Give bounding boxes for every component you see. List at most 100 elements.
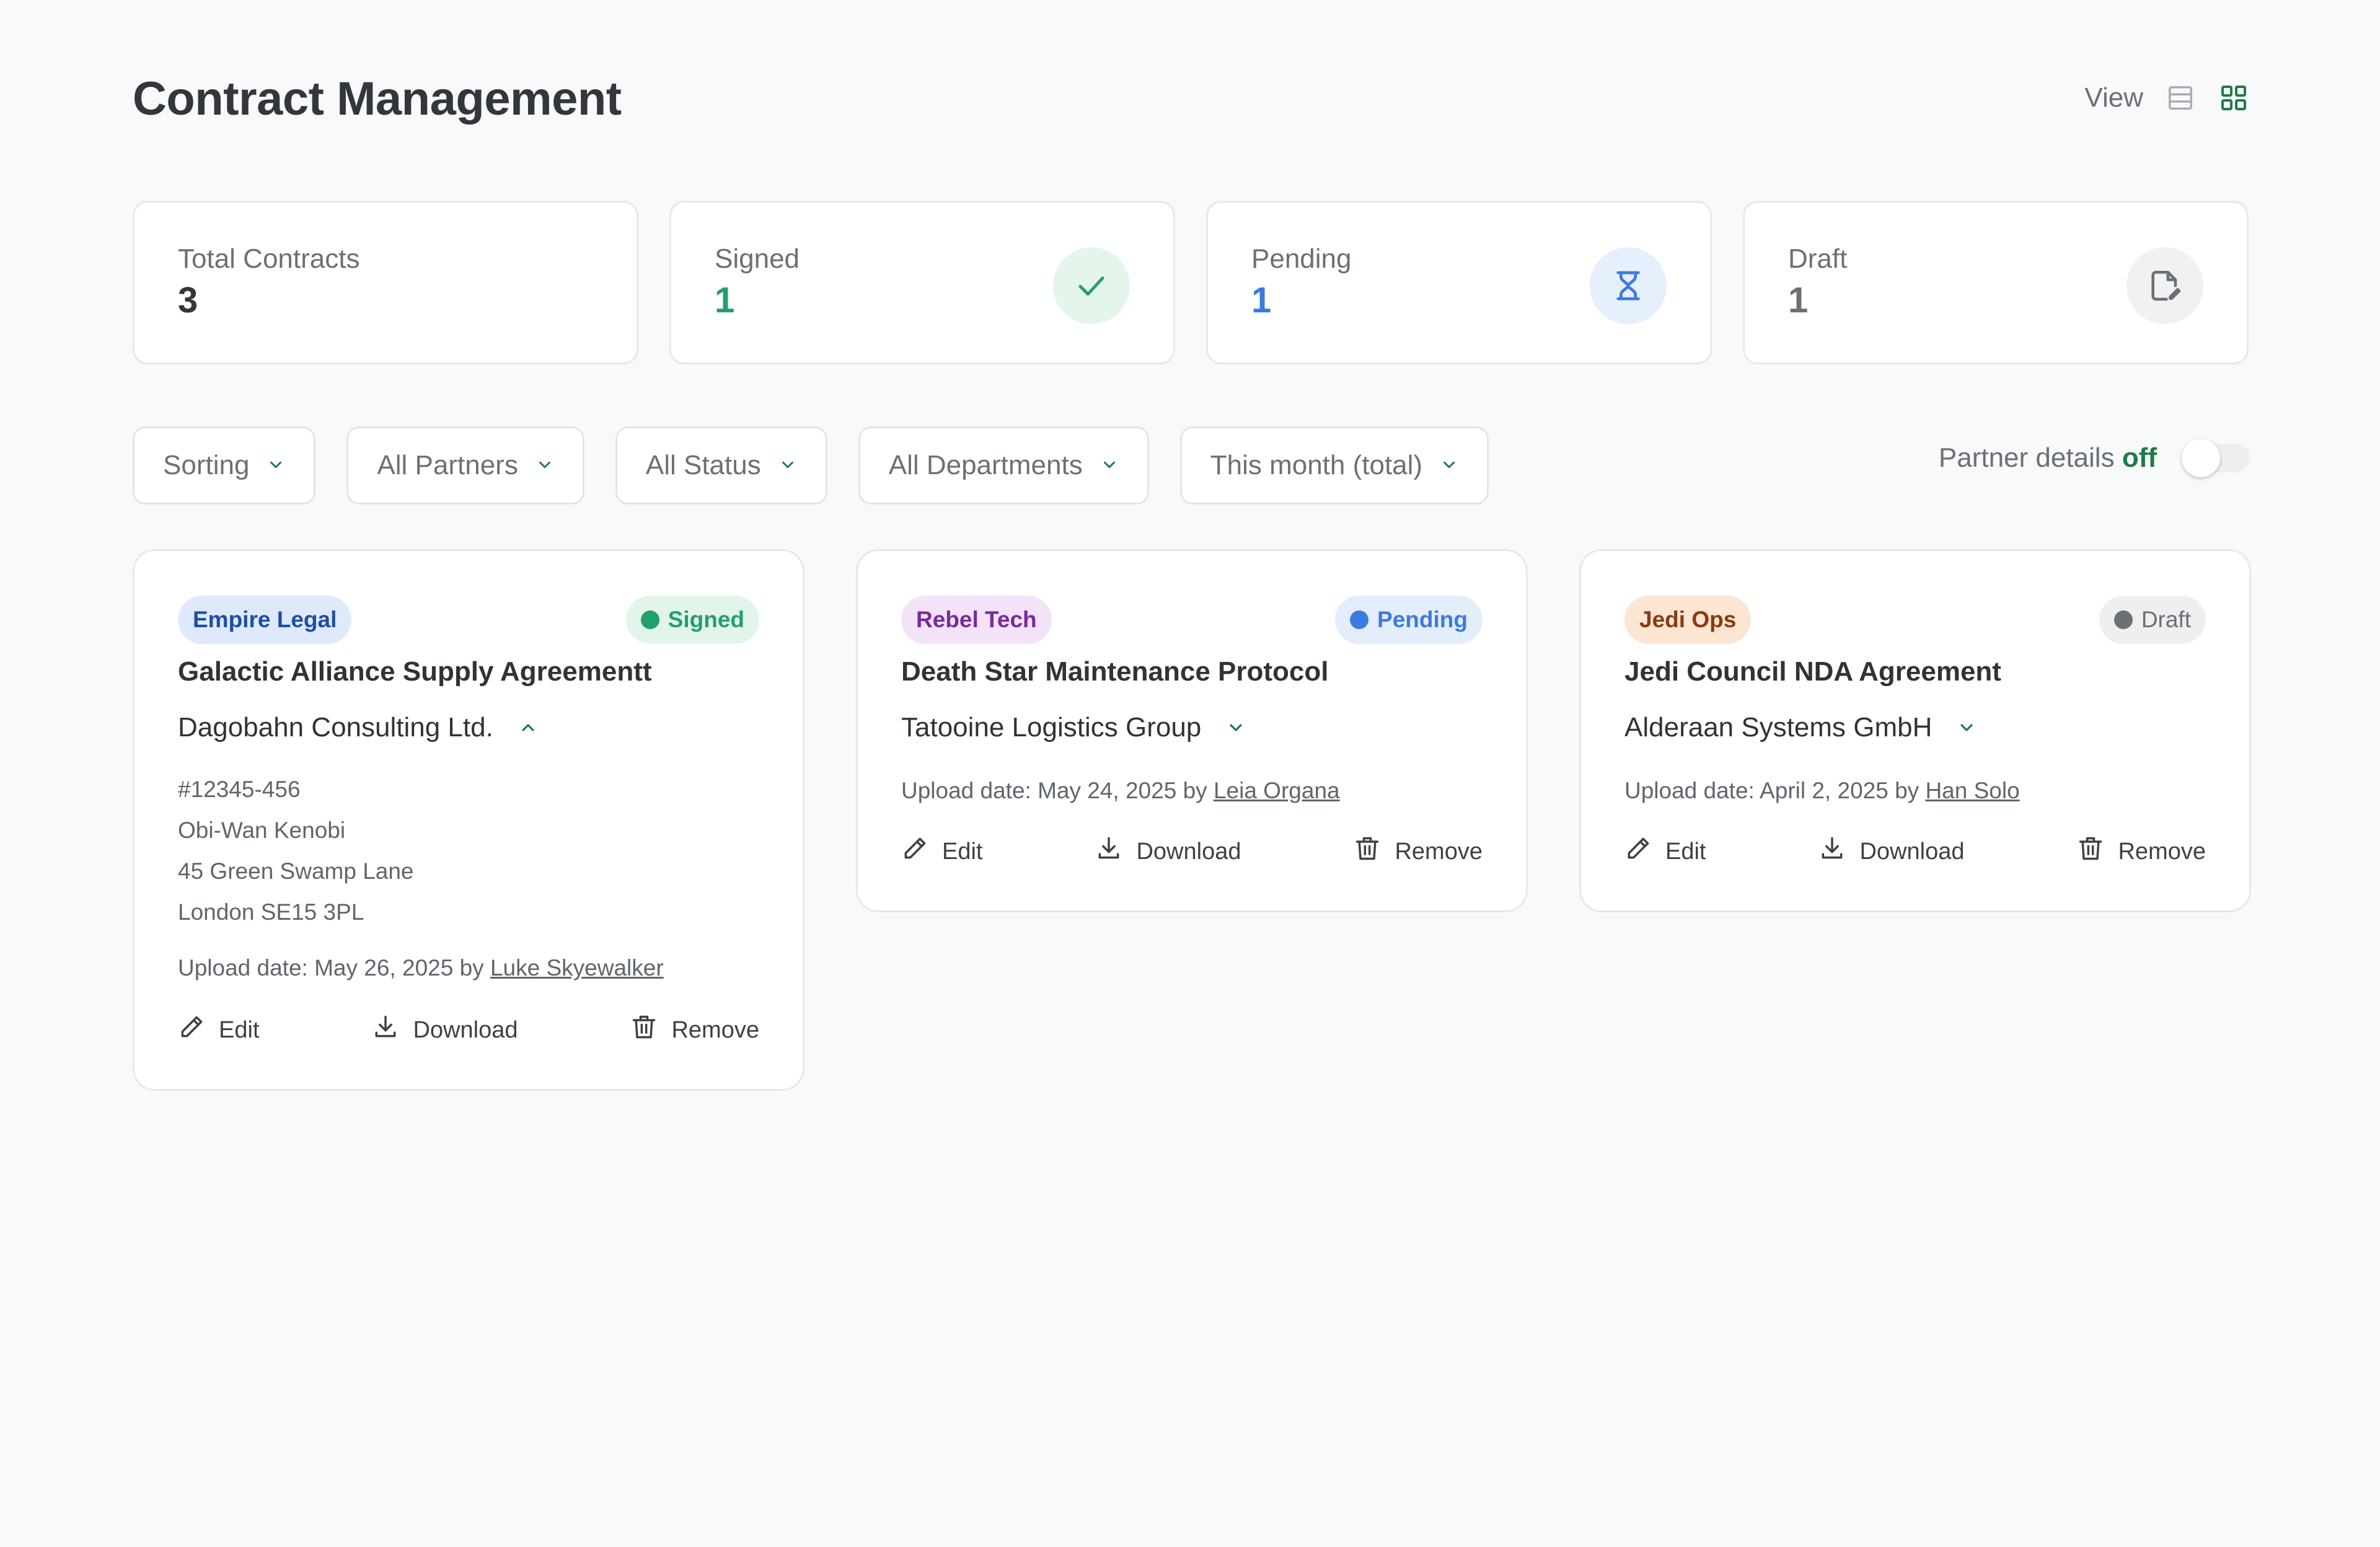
view-switch: View bbox=[2084, 82, 2250, 114]
contact-name: Obi-Wan Kenobi bbox=[178, 818, 346, 843]
status-label: Signed bbox=[668, 607, 744, 632]
download-icon bbox=[1818, 835, 1846, 868]
edit-label: Edit bbox=[1665, 838, 1706, 865]
status-badge: Signed bbox=[625, 596, 759, 644]
card-actions: Edit Download Remove bbox=[1624, 835, 2206, 868]
trash-icon bbox=[2077, 835, 2104, 868]
status-label: Pending bbox=[1377, 607, 1468, 632]
company-name: Dagobahn Consulting Ltd. bbox=[178, 712, 493, 743]
stat-total-contracts: Total Contracts 3 bbox=[133, 201, 638, 364]
card-actions: Edit Download Remove bbox=[178, 1013, 759, 1047]
download-button[interactable]: Download bbox=[1818, 835, 1964, 868]
filter-label: This month (total) bbox=[1210, 450, 1423, 480]
stat-pending: Pending 1 bbox=[1206, 201, 1712, 364]
uploader-link[interactable]: Han Solo bbox=[1925, 778, 2019, 803]
trash-icon bbox=[630, 1013, 658, 1047]
partner-details-text: Partner details bbox=[1938, 443, 2115, 473]
remove-label: Remove bbox=[1395, 838, 1483, 865]
sorting-dropdown[interactable]: Sorting bbox=[133, 426, 316, 505]
department-badge: Rebel Tech bbox=[901, 596, 1052, 644]
stat-value: 1 bbox=[1788, 280, 1809, 320]
card-actions: Edit Download Remove bbox=[901, 835, 1483, 868]
partner-details-toggle-group: Partner details off bbox=[1939, 439, 2250, 477]
download-button[interactable]: Download bbox=[372, 1013, 518, 1047]
period-dropdown[interactable]: This month (total) bbox=[1179, 426, 1489, 505]
chevron-down-icon bbox=[1440, 450, 1458, 481]
partner-details: #12345-456 Obi-Wan Kenobi 45 Green Swamp… bbox=[178, 769, 414, 933]
pencil-icon bbox=[901, 835, 928, 868]
download-label: Download bbox=[413, 1016, 518, 1043]
stat-label: Pending bbox=[1251, 244, 1352, 274]
pencil-icon bbox=[1624, 835, 1652, 868]
edit-button[interactable]: Edit bbox=[178, 1013, 259, 1047]
stat-value: 1 bbox=[715, 280, 735, 320]
contract-card: Rebel Tech Pending Death Star Maintenanc… bbox=[856, 549, 1528, 912]
status-dot-icon bbox=[2113, 610, 2133, 629]
remove-button[interactable]: Remove bbox=[1354, 835, 1483, 868]
company-row: Dagobahn Consulting Ltd. bbox=[178, 712, 538, 743]
stat-label: Signed bbox=[715, 244, 800, 274]
list-view-icon[interactable] bbox=[2164, 82, 2197, 114]
download-icon bbox=[372, 1013, 399, 1047]
upload-date: Upload date: May 26, 2025 by bbox=[178, 955, 484, 981]
chevron-down-icon[interactable] bbox=[1226, 718, 1246, 738]
upload-info: Upload date: May 24, 2025 by Leia Organa bbox=[901, 778, 1340, 804]
status-dot-icon bbox=[1350, 610, 1369, 629]
upload-info: Upload date: May 26, 2025 by Luke Skyewa… bbox=[178, 955, 664, 981]
download-label: Download bbox=[1859, 838, 1965, 865]
company-name: Tatooine Logistics Group bbox=[901, 712, 1202, 743]
edit-button[interactable]: Edit bbox=[1624, 835, 1706, 868]
department-badge: Empire Legal bbox=[178, 596, 352, 644]
remove-button[interactable]: Remove bbox=[2077, 835, 2206, 868]
uploader-link[interactable]: Leia Organa bbox=[1214, 778, 1340, 803]
pencil-icon bbox=[178, 1013, 205, 1047]
remove-label: Remove bbox=[671, 1016, 759, 1043]
contract-number: #12345-456 bbox=[178, 777, 301, 802]
chevron-down-icon bbox=[1100, 450, 1119, 481]
contract-card: Empire Legal Signed Galactic Alliance Su… bbox=[133, 549, 804, 1091]
download-icon bbox=[1095, 835, 1122, 868]
remove-label: Remove bbox=[2118, 838, 2206, 865]
status-label: Draft bbox=[2141, 607, 2191, 632]
view-label: View bbox=[2084, 82, 2143, 113]
download-label: Download bbox=[1136, 838, 1241, 865]
upload-date: Upload date: April 2, 2025 by bbox=[1624, 778, 1919, 803]
partners-dropdown[interactable]: All Partners bbox=[346, 426, 584, 505]
stat-draft: Draft 1 bbox=[1743, 201, 2249, 364]
status-dropdown[interactable]: All Status bbox=[615, 426, 827, 505]
stat-signed: Signed 1 bbox=[669, 201, 1175, 364]
edit-button[interactable]: Edit bbox=[901, 835, 982, 868]
status-badge: Pending bbox=[1335, 596, 1483, 644]
toggle-knob[interactable] bbox=[2182, 439, 2220, 477]
company-name: Alderaan Systems GmbH bbox=[1624, 712, 1933, 743]
filter-bar: Sorting All Partners All Status All Depa… bbox=[133, 426, 1489, 505]
contract-card: Jedi Ops Draft Jedi Council NDA Agreemen… bbox=[1579, 549, 2251, 912]
chevron-down-icon bbox=[267, 450, 285, 481]
grid-view-icon[interactable] bbox=[2218, 82, 2250, 114]
chevron-down-icon bbox=[536, 450, 554, 481]
hourglass-icon bbox=[1590, 247, 1667, 324]
filter-label: All Departments bbox=[888, 450, 1083, 480]
download-button[interactable]: Download bbox=[1095, 835, 1241, 868]
uploader-link[interactable]: Luke Skyewalker bbox=[490, 955, 664, 981]
company-row: Alderaan Systems GmbH bbox=[1624, 712, 1977, 743]
address-city: London SE15 3PL bbox=[178, 899, 364, 925]
partner-details-label: Partner details off bbox=[1939, 443, 2157, 474]
contract-title: Galactic Alliance Supply Agreementt bbox=[178, 656, 652, 687]
company-row: Tatooine Logistics Group bbox=[901, 712, 1246, 743]
address-line: 45 Green Swamp Lane bbox=[178, 858, 414, 884]
filter-label: Sorting bbox=[163, 450, 250, 480]
stats-row: Total Contracts 3 Signed 1 Pending 1 Dra… bbox=[133, 201, 2249, 364]
partner-details-state: off bbox=[2122, 443, 2157, 473]
partner-details-toggle[interactable] bbox=[2182, 439, 2250, 477]
departments-dropdown[interactable]: All Departments bbox=[858, 426, 1149, 505]
edit-label: Edit bbox=[942, 838, 983, 865]
contract-title: Death Star Maintenance Protocol bbox=[901, 656, 1329, 687]
chevron-down-icon[interactable] bbox=[1957, 718, 1977, 738]
page: Contract Management View Total Contracts… bbox=[0, 0, 2380, 1547]
filter-label: All Status bbox=[645, 450, 761, 480]
stat-value: 3 bbox=[178, 280, 198, 320]
chevron-down-icon bbox=[778, 450, 797, 481]
chevron-up-icon[interactable] bbox=[518, 718, 538, 738]
remove-button[interactable]: Remove bbox=[630, 1013, 759, 1047]
